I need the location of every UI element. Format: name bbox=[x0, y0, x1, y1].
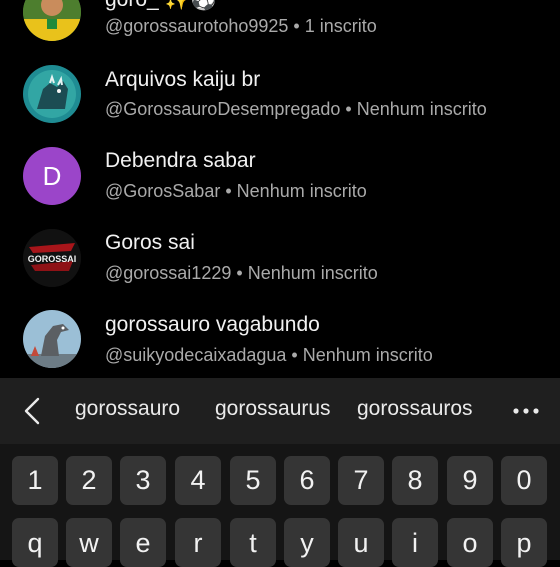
more-options-icon[interactable] bbox=[508, 398, 544, 424]
separator-dot: • bbox=[291, 345, 298, 365]
suggestion-item[interactable]: gorossauro bbox=[75, 397, 180, 421]
dinosaur-avatar-icon bbox=[23, 310, 81, 368]
key-8[interactable]: 8 bbox=[392, 456, 438, 505]
channel-meta: @gorossaurotoho9925 • 1 inscrito bbox=[105, 16, 377, 37]
channel-handle: @GorosSabar bbox=[105, 181, 221, 201]
letter-avatar: D bbox=[23, 147, 81, 205]
channel-meta: @suikyodecaixadagua • Nenhum inscrito bbox=[105, 345, 433, 366]
key-1[interactable]: 1 bbox=[12, 456, 58, 505]
channel-handle: @suikyodecaixadagua bbox=[105, 345, 287, 365]
subscriber-count: Nenhum inscrito bbox=[302, 345, 433, 365]
key-6[interactable]: 6 bbox=[284, 456, 330, 505]
channel-name: gorossauro vagabundo bbox=[105, 313, 320, 336]
separator-dot: • bbox=[345, 99, 352, 119]
chevron-left-icon[interactable] bbox=[16, 394, 50, 428]
keyboard-suggestion-bar: gorossauro gorossaurus gorossauros bbox=[0, 378, 560, 444]
channel-handle: @GorossauroDesempregado bbox=[105, 99, 341, 119]
key-5[interactable]: 5 bbox=[230, 456, 276, 505]
channel-result-row[interactable]: goro_ ✨⚽ @gorossaurotoho9925 • 1 inscrit… bbox=[0, 0, 560, 60]
on-screen-keyboard: 1 2 3 4 5 6 7 8 9 0 q w e r t y u i o p bbox=[0, 444, 560, 567]
search-results-list: goro_ ✨⚽ @gorossaurotoho9925 • 1 inscrit… bbox=[0, 0, 560, 378]
key-9[interactable]: 9 bbox=[447, 456, 493, 505]
subscriber-count: Nenhum inscrito bbox=[247, 263, 378, 283]
channel-result-row[interactable]: GOROSSAI Goros sai @gorossai1229 • Nenhu… bbox=[0, 226, 560, 306]
key-4[interactable]: 4 bbox=[175, 456, 221, 505]
suggestion-item[interactable]: gorossaurus bbox=[215, 397, 331, 421]
channel-name: goro_ ✨⚽ bbox=[105, 0, 217, 12]
channel-name: Arquivos kaiju br bbox=[105, 68, 261, 91]
channel-meta: @gorossai1229 • Nenhum inscrito bbox=[105, 263, 378, 284]
key-0[interactable]: 0 bbox=[501, 456, 547, 505]
separator-dot: • bbox=[236, 263, 243, 283]
svg-text:GOROSSAI: GOROSSAI bbox=[28, 254, 77, 264]
avatar-letter: D bbox=[42, 160, 62, 191]
gorossai-logo-avatar-icon: GOROSSAI bbox=[23, 229, 81, 287]
channel-meta: @GorosSabar • Nenhum inscrito bbox=[105, 181, 367, 202]
key-3[interactable]: 3 bbox=[120, 456, 166, 505]
channel-result-row[interactable]: Arquivos kaiju br @GorossauroDesempregad… bbox=[0, 62, 560, 142]
key-7[interactable]: 7 bbox=[338, 456, 384, 505]
channel-name: Goros sai bbox=[105, 231, 195, 254]
channel-result-row[interactable]: D Debendra sabar @GorosSabar • Nenhum in… bbox=[0, 144, 560, 224]
channel-name: Debendra sabar bbox=[105, 149, 256, 172]
separator-dot: • bbox=[225, 181, 232, 201]
kaiju-avatar-icon bbox=[23, 65, 81, 123]
channel-meta: @GorossauroDesempregado • Nenhum inscrit… bbox=[105, 99, 487, 120]
subscriber-count: Nenhum inscrito bbox=[236, 181, 367, 201]
key-2[interactable]: 2 bbox=[66, 456, 112, 505]
subscriber-count: 1 inscrito bbox=[304, 16, 377, 36]
channel-handle: @gorossai1229 bbox=[105, 263, 232, 283]
suggestion-item[interactable]: gorossauros bbox=[357, 397, 473, 421]
soccer-player-avatar-icon bbox=[23, 0, 81, 41]
separator-dot: • bbox=[293, 16, 300, 36]
channel-handle: @gorossaurotoho9925 bbox=[105, 16, 289, 36]
channel-result-row[interactable]: gorossauro vagabundo @suikyodecaixadagua… bbox=[0, 308, 560, 378]
subscriber-count: Nenhum inscrito bbox=[356, 99, 487, 119]
